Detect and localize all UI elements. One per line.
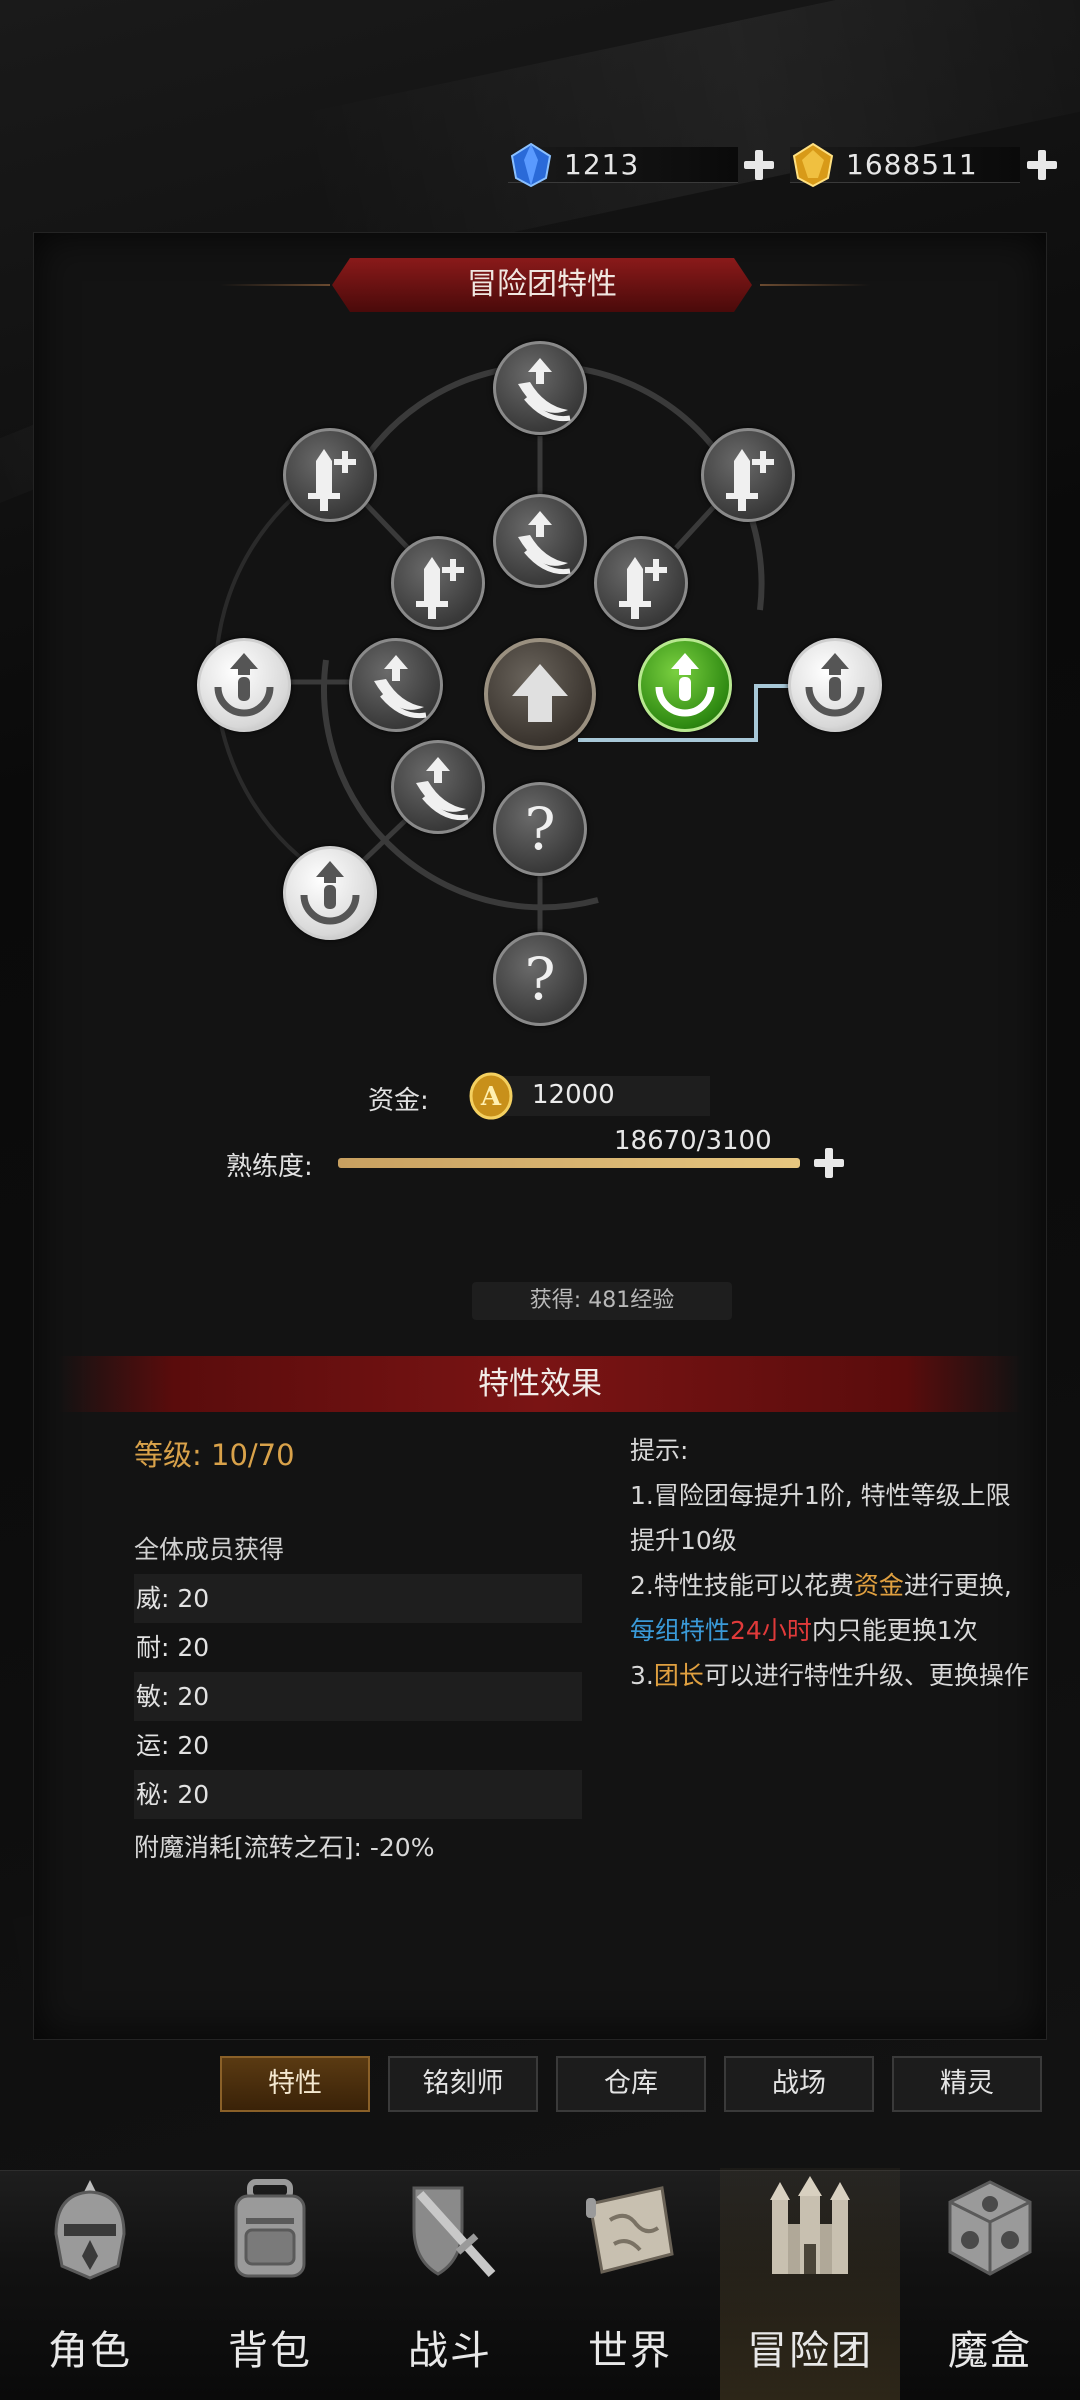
tip-line-1: 1.冒险团每提升1阶, 特性等级上限提升10级 bbox=[630, 1481, 1011, 1555]
funds-label: 资金: bbox=[368, 1086, 429, 1116]
tip-line-2: 2.特性技能可以花费资金进行更换, 每组特性24小时内只能更换1次 bbox=[630, 1563, 1030, 1653]
trait-level: 等级: 10/70 bbox=[134, 1438, 295, 1472]
sword-plus-icon bbox=[619, 557, 667, 619]
skill-node-bottom[interactable]: ? bbox=[493, 932, 587, 1026]
nav-label: 冒险团 bbox=[747, 2328, 873, 2374]
stat-row: 威: 20 bbox=[134, 1574, 582, 1623]
sword-shield-icon bbox=[412, 2186, 496, 2278]
proficiency-bar-fill bbox=[338, 1158, 800, 1168]
map-scroll-icon bbox=[586, 2186, 674, 2274]
tip-highlight-leader: 团长 bbox=[653, 1661, 704, 1690]
stat-row: 秘: 20 bbox=[134, 1770, 582, 1819]
skill-node-inner-top[interactable] bbox=[493, 494, 587, 588]
sword-plus-icon bbox=[416, 557, 464, 619]
nav-label: 魔盒 bbox=[948, 2328, 1032, 2374]
svg-text:?: ? bbox=[524, 795, 555, 863]
stat-row: 耐: 20 bbox=[136, 1633, 210, 1662]
nav-label: 背包 bbox=[228, 2328, 312, 2374]
skill-node-inner-left[interactable] bbox=[349, 638, 443, 732]
tip-text: 3. bbox=[630, 1661, 654, 1690]
tip-text: 进行更换, bbox=[903, 1571, 1012, 1600]
emblem-upgrade-icon bbox=[214, 653, 274, 717]
tip-highlight-group: 每组特性 bbox=[630, 1616, 731, 1645]
tips-block: 提示: 1.冒险团每提升1阶, 特性等级上限提升10级 2.特性技能可以花费资金… bbox=[630, 1428, 1030, 1698]
nav-character[interactable]: 角色 bbox=[0, 2168, 180, 2400]
claw-upgrade-icon bbox=[518, 511, 571, 575]
svg-text:A: A bbox=[480, 1082, 502, 1112]
magic-cube-icon bbox=[948, 2180, 1032, 2276]
tip-text: 内只能更换1次 bbox=[811, 1616, 978, 1645]
stat-row: 敏: 20 bbox=[134, 1672, 582, 1721]
claw-upgrade-icon bbox=[374, 655, 427, 719]
nav-magic-box[interactable]: 魔盒 bbox=[900, 2168, 1080, 2400]
effects-header: 特性效果 bbox=[58, 1356, 1022, 1412]
nav-backpack[interactable]: 背包 bbox=[180, 2168, 360, 2400]
proficiency-bar bbox=[338, 1158, 800, 1168]
backpack-icon bbox=[234, 2179, 306, 2278]
nav-label: 世界 bbox=[588, 2328, 672, 2374]
question-mark-icon: ? bbox=[524, 795, 555, 863]
effects-title: 特性效果 bbox=[478, 1366, 602, 1402]
exp-gain-label: 获得: 481经验 bbox=[472, 1282, 732, 1320]
emblem-upgrade-icon bbox=[300, 861, 360, 925]
nav-label: 角色 bbox=[48, 2328, 132, 2374]
skill-node-upper-right[interactable] bbox=[701, 428, 795, 522]
skill-node-right[interactable] bbox=[788, 638, 882, 732]
subtab-engraver[interactable]: 铭刻师 bbox=[388, 2056, 538, 2112]
skill-node-inner-upper-left[interactable] bbox=[391, 536, 485, 630]
tip-line-3: 3.团长可以进行特性升级、更换操作 bbox=[630, 1653, 1030, 1698]
nav-world[interactable]: 世界 bbox=[540, 2168, 720, 2400]
helmet-icon bbox=[54, 2180, 126, 2280]
add-proficiency-button[interactable] bbox=[812, 1146, 846, 1180]
tree-center-upgrade[interactable] bbox=[484, 638, 596, 750]
svg-text:?: ? bbox=[524, 945, 555, 1013]
proficiency-label: 熟练度: bbox=[226, 1152, 313, 1182]
tip-highlight-hours: 24小时 bbox=[730, 1616, 812, 1645]
tip-highlight-funds: 资金 bbox=[853, 1571, 904, 1600]
emblem-upgrade-icon bbox=[655, 653, 715, 717]
enchant-cost: 附魔消耗[流转之石]: -20% bbox=[134, 1833, 435, 1862]
claw-upgrade-icon bbox=[518, 358, 571, 422]
claw-upgrade-icon bbox=[416, 757, 469, 821]
subtab-battlefield[interactable]: 战场 bbox=[724, 2056, 874, 2112]
subtab-warehouse[interactable]: 仓库 bbox=[556, 2056, 706, 2112]
stat-row: 运: 20 bbox=[136, 1731, 210, 1760]
skill-node-inner-right[interactable] bbox=[638, 638, 732, 732]
skill-node-left[interactable] bbox=[197, 638, 291, 732]
emblem-upgrade-icon bbox=[805, 653, 865, 717]
skill-node-inner-bottom[interactable]: ? bbox=[493, 782, 587, 876]
arrow-up-icon bbox=[512, 664, 568, 722]
proficiency-value: 18670/3100 bbox=[614, 1126, 772, 1156]
skill-node-inner-lower-left[interactable] bbox=[391, 740, 485, 834]
adventure-coin-icon: A bbox=[469, 1072, 513, 1120]
sword-plus-icon bbox=[726, 449, 774, 511]
nav-adventure-team[interactable]: 冒险团 bbox=[720, 2168, 900, 2400]
funds-value: 12000 bbox=[532, 1080, 615, 1110]
subtab-spirit[interactable]: 精灵 bbox=[892, 2056, 1042, 2112]
skill-node-inner-upper-right[interactable] bbox=[594, 536, 688, 630]
question-mark-icon: ? bbox=[524, 945, 555, 1013]
tips-title: 提示: bbox=[630, 1436, 689, 1465]
members-gain-title: 全体成员获得 bbox=[134, 1535, 285, 1564]
castle-icon bbox=[770, 2176, 850, 2274]
nav-battle[interactable]: 战斗 bbox=[360, 2168, 540, 2400]
nav-label: 战斗 bbox=[408, 2328, 492, 2374]
tip-text: 可以进行特性升级、更换操作 bbox=[703, 1661, 1029, 1690]
skill-node-lower-left[interactable] bbox=[283, 846, 377, 940]
subtab-traits[interactable]: 特性 bbox=[220, 2056, 370, 2112]
tip-text: 2.特性技能可以花费 bbox=[630, 1571, 854, 1600]
sword-plus-icon bbox=[308, 449, 356, 511]
skill-node-top[interactable] bbox=[493, 341, 587, 435]
skill-node-upper-left[interactable] bbox=[283, 428, 377, 522]
